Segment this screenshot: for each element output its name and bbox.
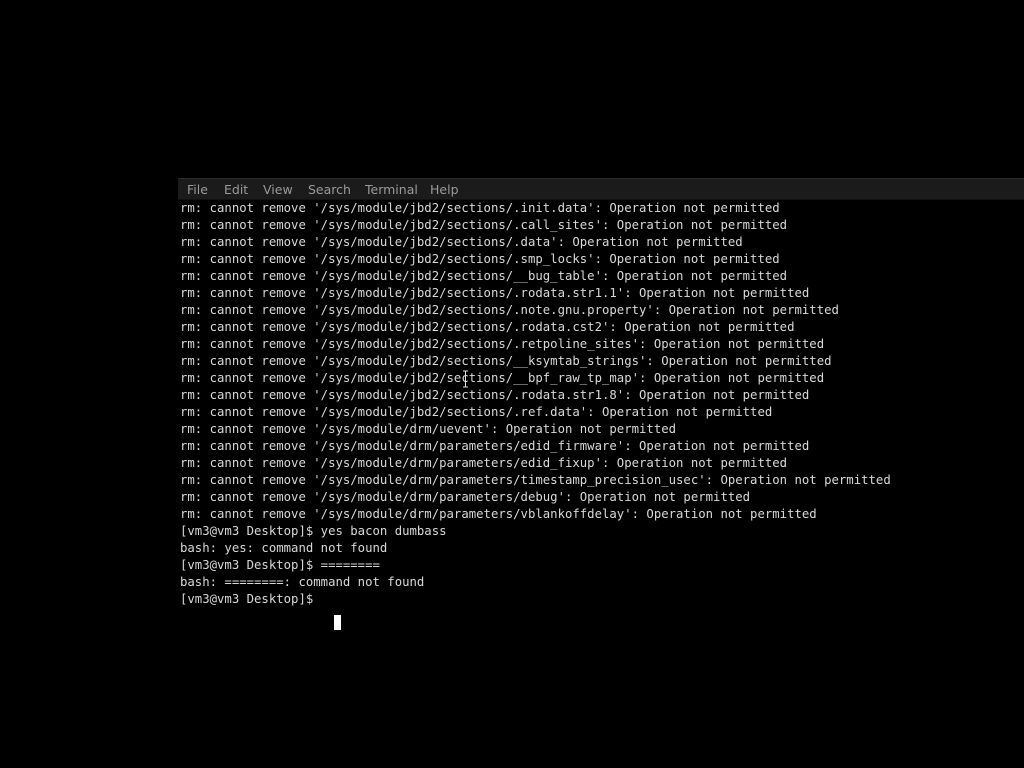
terminal-window[interactable]: File Edit View Search Terminal Help rm: … [178, 178, 1024, 768]
terminal-line: rm: cannot remove '/sys/module/jbd2/sect… [180, 235, 743, 249]
command-prompt-line: [vm3@vm3 Desktop]$ yes bacon dumbass [180, 524, 447, 538]
terminal-line: rm: cannot remove '/sys/module/drm/param… [180, 507, 817, 521]
terminal-line: rm: cannot remove '/sys/module/jbd2/sect… [180, 405, 773, 419]
terminal-output[interactable]: rm: cannot remove '/sys/module/jbd2/sect… [180, 200, 1020, 768]
terminal-line: rm: cannot remove '/sys/module/jbd2/sect… [180, 269, 788, 283]
terminal-line: rm: cannot remove '/sys/module/jbd2/sect… [180, 218, 788, 232]
menu-search[interactable]: Search [308, 181, 351, 199]
desktop-background: File Edit View Search Terminal Help rm: … [0, 0, 1024, 768]
terminal-line: rm: cannot remove '/sys/module/jbd2/sect… [180, 354, 832, 368]
menu-terminal[interactable]: Terminal [365, 181, 418, 199]
terminal-line: rm: cannot remove '/sys/module/drm/param… [180, 490, 751, 504]
command-prompt-line: [vm3@vm3 Desktop]$ ======== [180, 558, 380, 572]
menu-file[interactable]: File [187, 181, 208, 199]
active-prompt-line[interactable]: [vm3@vm3 Desktop]$ [180, 591, 321, 608]
menu-view[interactable]: View [263, 181, 293, 199]
terminal-line: rm: cannot remove '/sys/module/jbd2/sect… [180, 252, 780, 266]
terminal-line: rm: cannot remove '/sys/module/drm/param… [180, 456, 788, 470]
menu-edit[interactable]: Edit [224, 181, 248, 199]
error-line: bash: ========: command not found [180, 575, 425, 589]
terminal-line: rm: cannot remove '/sys/module/jbd2/sect… [180, 303, 839, 317]
terminal-line: rm: cannot remove '/sys/module/jbd2/sect… [180, 371, 825, 385]
error-line: bash: yes: command not found [180, 541, 388, 555]
menu-bar: File Edit View Search Terminal Help [178, 178, 1024, 200]
terminal-line: rm: cannot remove '/sys/module/drm/param… [180, 439, 810, 453]
terminal-line: rm: cannot remove '/sys/module/jbd2/sect… [180, 201, 780, 215]
text-ibeam-icon [463, 370, 468, 388]
text-cursor [334, 615, 341, 630]
terminal-line: rm: cannot remove '/sys/module/jbd2/sect… [180, 320, 795, 334]
terminal-line: rm: cannot remove '/sys/module/jbd2/sect… [180, 286, 810, 300]
terminal-line: rm: cannot remove '/sys/module/jbd2/sect… [180, 388, 810, 402]
terminal-line: rm: cannot remove '/sys/module/jbd2/sect… [180, 337, 825, 351]
menu-help[interactable]: Help [430, 181, 459, 199]
terminal-line: rm: cannot remove '/sys/module/drm/param… [180, 473, 891, 487]
terminal-line: rm: cannot remove '/sys/module/drm/ueven… [180, 422, 677, 436]
